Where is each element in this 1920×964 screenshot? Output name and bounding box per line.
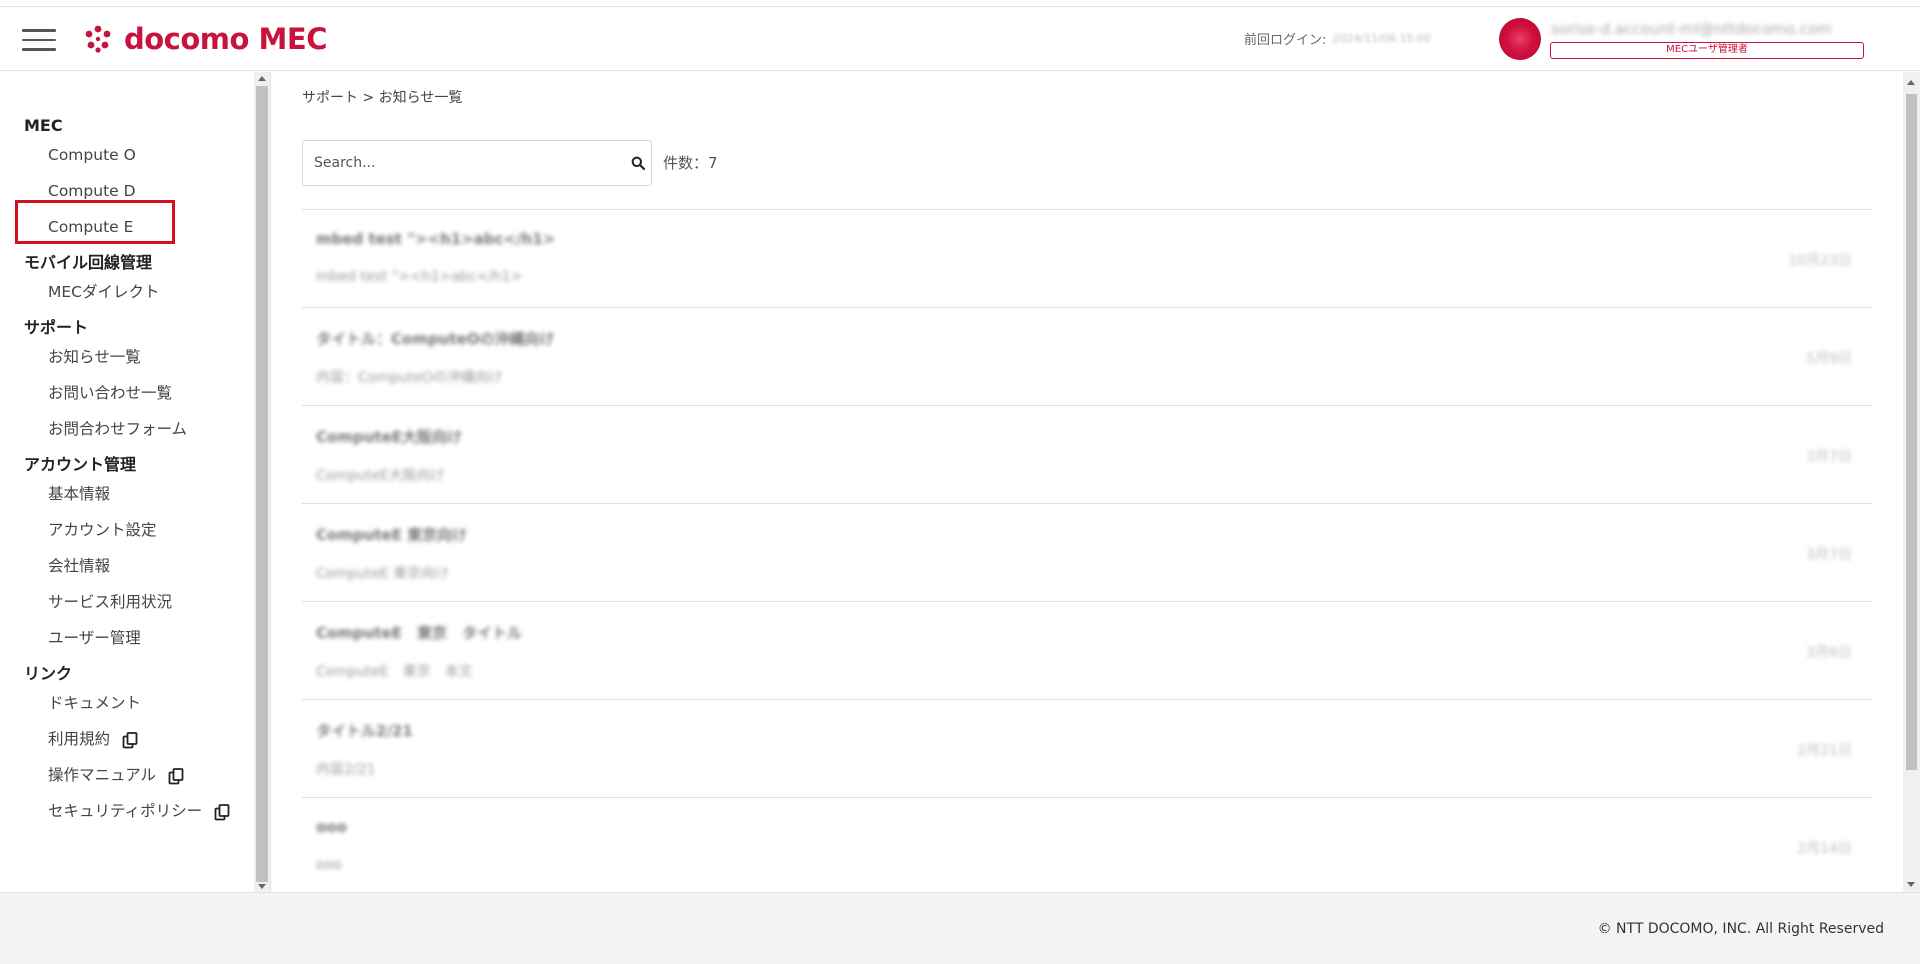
search-box[interactable] <box>302 140 652 186</box>
sidebar-group-heading: サポート <box>24 318 89 337</box>
sidebar-item[interactable]: 会社情報 <box>0 548 254 584</box>
app-header: docomo MEC 前回ログイン: 2024/11/06 15:00 sori… <box>0 7 1920 71</box>
scroll-up-arrow-icon[interactable] <box>258 76 266 81</box>
notice-row[interactable]: ComputeE 東京向け ComputeE 東京向け 3月7日 <box>302 504 1872 602</box>
notice-date: 2月21日 <box>1797 743 1852 759</box>
copy-icon <box>168 763 184 785</box>
notice-row[interactable]: ComputeE 東京 タイトル ComputeE 東京 本文 3月6日 <box>302 602 1872 700</box>
notice-title: ComputeE大阪向け <box>316 428 462 446</box>
notice-list: mbed test "><h1>abc</h1> mbed test "><h1>… <box>302 209 1872 896</box>
sidebar-item[interactable]: お問合わせフォーム <box>0 411 254 447</box>
notice-date: 2月14日 <box>1797 841 1852 857</box>
sidebar-item[interactable]: お問い合わせ一覧 <box>0 375 254 411</box>
selection-highlight <box>15 200 175 244</box>
notice-date: 3月6日 <box>1806 645 1852 661</box>
notice-row[interactable]: mbed test "><h1>abc</h1> mbed test "><h1>… <box>302 210 1872 308</box>
copyright: © NTT DOCOMO, INC. All Right Reserved <box>1597 921 1884 937</box>
sidebar-group-heading: MEC <box>24 116 63 135</box>
notice-body: 内容：ComputeOの沖縄向け <box>316 370 503 386</box>
scroll-down-arrow-icon[interactable] <box>1907 882 1915 887</box>
sidebar-item-label: サービス利用状況 <box>48 593 173 611</box>
notice-row[interactable]: ComputeE大阪向け ComputeE大阪向け 3月7日 <box>302 406 1872 504</box>
sidebar-item-label: お知らせ一覧 <box>48 348 141 366</box>
sidebar-item-label: 操作マニュアル <box>48 766 157 784</box>
search-input[interactable] <box>303 141 651 185</box>
sidebar-group-heading: アカウント管理 <box>24 455 137 474</box>
notice-date: 3月7日 <box>1806 449 1852 465</box>
notice-title: タイトル2/21 <box>316 722 413 740</box>
notice-body: ComputeE 東京 本文 <box>316 664 473 680</box>
last-login: 前回ログイン: 2024/11/06 15:00 <box>1244 29 1431 48</box>
copy-icon <box>214 799 230 821</box>
sidebar-item-label: セキュリティポリシー <box>48 802 203 820</box>
notice-title: ooo <box>316 818 347 836</box>
sidebar-scrollbar[interactable] <box>254 72 270 892</box>
notice-row[interactable]: ooo ooo 2月14日 <box>302 798 1872 896</box>
search-icon[interactable] <box>631 156 645 170</box>
notice-title: mbed test "><h1>abc</h1> <box>316 230 556 248</box>
menu-icon[interactable] <box>22 29 56 51</box>
sidebar-item[interactable]: MECダイレクト <box>0 274 254 310</box>
user-email[interactable]: sorise-d.account-ml@nttdocomo.com <box>1551 20 1832 38</box>
sidebar-item-label: 基本情報 <box>48 485 111 503</box>
sidebar-item-label: 利用規約 <box>48 730 111 748</box>
last-login-value: 2024/11/06 15:00 <box>1332 32 1431 45</box>
sidebar-item-label: MECダイレクト <box>48 283 160 301</box>
top-border <box>0 0 1920 7</box>
notice-body: mbed test "><h1>abc</h1> <box>316 269 523 285</box>
result-count: 件数：7 <box>663 154 718 172</box>
notice-title: タイトル：ComputeOの沖縄向け <box>316 330 555 348</box>
scroll-up-arrow-icon[interactable] <box>1907 80 1915 85</box>
notice-body: ComputeE大阪向け <box>316 468 445 484</box>
notice-body: 内容2/21 <box>316 762 376 778</box>
sidebar-item-label: お問合わせフォーム <box>48 420 188 438</box>
notice-body: ComputeE 東京向け <box>316 566 450 582</box>
logo-text: docomo MEC <box>124 22 327 56</box>
copy-icon <box>122 727 138 749</box>
sidebar-item[interactable]: セキュリティポリシー <box>0 793 254 829</box>
notice-title: ComputeE 東京向け <box>316 526 468 544</box>
sidebar-group-heading: リンク <box>24 664 73 683</box>
sidebar-item[interactable]: 操作マニュアル <box>0 757 254 793</box>
notice-date: 3月7日 <box>1806 547 1852 563</box>
sidebar-item-label: ユーザー管理 <box>48 629 141 647</box>
sidebar-menu: MEC Compute O Compute D Compute E モバイル回線管理 ME… <box>0 72 254 829</box>
sidebar-item-label: ドキュメント <box>48 694 142 712</box>
docomo-mec-logo[interactable]: docomo MEC <box>80 19 327 59</box>
sidebar-item[interactable]: アカウント設定 <box>0 512 254 548</box>
breadcrumb: サポート > お知らせ一覧 <box>302 90 463 106</box>
user-role-badge: MECユーザ管理者 <box>1550 42 1864 59</box>
notice-body: ooo <box>316 857 342 873</box>
sidebar-scroll-thumb[interactable] <box>256 86 268 882</box>
scroll-down-arrow-icon[interactable] <box>258 884 266 889</box>
notice-title: ComputeE 東京 タイトル <box>316 624 522 642</box>
main-content: サポート > お知らせ一覧 件数：7 mbed test "><h1>abc</… <box>271 72 1903 896</box>
notice-row[interactable]: タイトル：ComputeOの沖縄向け 内容：ComputeOの沖縄向け 5月9日 <box>302 308 1872 406</box>
main-scrollbar[interactable] <box>1903 72 1920 892</box>
sidebar-group-heading: モバイル回線管理 <box>24 253 153 272</box>
sidebar-item[interactable]: ユーザー管理 <box>0 620 254 656</box>
sidebar-item-label: お問い合わせ一覧 <box>48 384 173 402</box>
sidebar-item[interactable]: 基本情報 <box>0 476 254 512</box>
notice-date: 5月9日 <box>1806 351 1852 367</box>
sidebar-item[interactable]: ドキュメント <box>0 685 254 721</box>
footer: © NTT DOCOMO, INC. All Right Reserved <box>0 892 1920 964</box>
notice-date: 10月23日 <box>1788 253 1852 269</box>
notice-row[interactable]: タイトル2/21 内容2/21 2月21日 <box>302 700 1872 798</box>
sidebar-item[interactable]: サービス利用状況 <box>0 584 254 620</box>
docomo-logo-icon <box>85 25 111 53</box>
sidebar-item-label: アカウント設定 <box>48 521 157 539</box>
sidebar-item[interactable]: Compute O <box>0 137 254 173</box>
sidebar-item-label: 会社情報 <box>48 557 111 575</box>
last-login-label: 前回ログイン: <box>1244 33 1327 48</box>
sidebar-item-label: Compute O <box>48 146 136 164</box>
sidebar: MEC Compute O Compute D Compute E モバイル回線管理 ME… <box>0 72 254 892</box>
sidebar-item[interactable]: 利用規約 <box>0 721 254 757</box>
user-avatar[interactable] <box>1499 18 1541 60</box>
main-scroll-thumb[interactable] <box>1906 94 1917 770</box>
sidebar-item[interactable]: お知らせ一覧 <box>0 339 254 375</box>
